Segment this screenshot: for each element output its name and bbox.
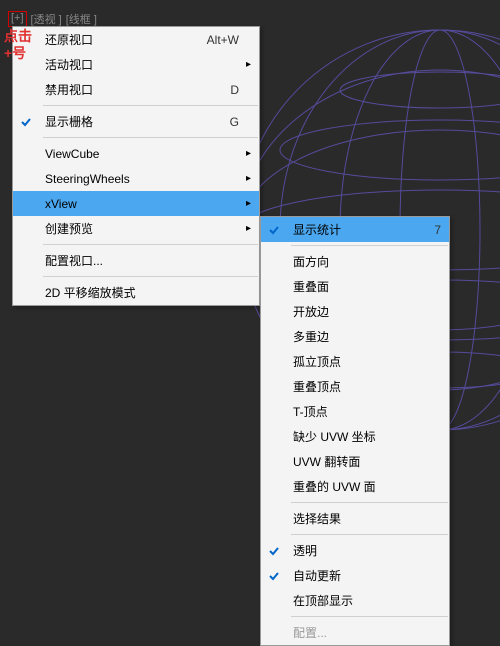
menu-separator bbox=[43, 105, 258, 106]
submenu-check-item[interactable]: 缺少 UVW 坐标 bbox=[261, 424, 449, 449]
submenu-check-item[interactable]: 重叠面 bbox=[261, 274, 449, 299]
viewport-mode-label[interactable]: [线框 ] bbox=[66, 11, 97, 27]
submenu-item-label: 透明 bbox=[287, 542, 441, 559]
viewport-plus-button[interactable]: [+] bbox=[8, 11, 27, 27]
submenu-check-item[interactable]: 孤立顶点 bbox=[261, 349, 449, 374]
tutorial-annotation: 点击 +号 bbox=[4, 28, 32, 62]
menu-separator bbox=[291, 502, 448, 503]
check-icon bbox=[268, 224, 280, 236]
submenu-check-item[interactable]: 开放边 bbox=[261, 299, 449, 324]
menu-viewcube[interactable]: ViewCube ▸ bbox=[13, 141, 259, 166]
menu-separator bbox=[291, 616, 448, 617]
check-icon bbox=[268, 545, 280, 557]
menu-configure-viewport[interactable]: 配置视口... bbox=[13, 248, 259, 273]
submenu-item-label: T-顶点 bbox=[287, 403, 441, 420]
submenu-option-item[interactable]: 在顶部显示 bbox=[261, 588, 449, 613]
menu-separator bbox=[291, 534, 448, 535]
submenu-check-item[interactable]: 面方向 bbox=[261, 249, 449, 274]
submenu-item-label: 面方向 bbox=[287, 253, 441, 270]
submenu-item-label: 缺少 UVW 坐标 bbox=[287, 428, 441, 445]
viewport-type-label[interactable]: [透视 ] bbox=[31, 11, 62, 27]
menu-disable-viewport[interactable]: 禁用视口 D bbox=[13, 77, 259, 102]
submenu-check-item[interactable]: 重叠的 UVW 面 bbox=[261, 474, 449, 499]
xview-submenu: 显示统计 7 面方向重叠面开放边多重边孤立顶点重叠顶点 T-顶点缺少 UVW 坐标… bbox=[260, 216, 450, 646]
submenu-item-label: 在顶部显示 bbox=[287, 592, 441, 609]
submenu-check-item[interactable]: 重叠顶点 bbox=[261, 374, 449, 399]
viewport-label-bar: [+] [透视 ] [线框 ] bbox=[8, 11, 97, 27]
menu-separator bbox=[291, 245, 448, 246]
submenu-check-item[interactable]: UVW 翻转面 bbox=[261, 449, 449, 474]
submenu-item-label: 自动更新 bbox=[287, 567, 441, 584]
submenu-item-label: 孤立顶点 bbox=[287, 353, 441, 370]
menu-create-preview[interactable]: 创建预览 ▸ bbox=[13, 216, 259, 241]
submenu-item-label: 开放边 bbox=[287, 303, 441, 320]
menu-separator bbox=[43, 244, 258, 245]
menu-separator bbox=[43, 137, 258, 138]
submenu-check-item[interactable]: 多重边 bbox=[261, 324, 449, 349]
submenu-show-stats[interactable]: 显示统计 7 bbox=[261, 217, 449, 242]
submenu-item-label: 多重边 bbox=[287, 328, 441, 345]
menu-restore-viewport[interactable]: 还原视口 Alt+W bbox=[13, 27, 259, 52]
submenu-option-item[interactable]: 透明 bbox=[261, 538, 449, 563]
submenu-configure[interactable]: 配置... bbox=[261, 620, 449, 645]
menu-active-viewport[interactable]: 活动视口 ▸ bbox=[13, 52, 259, 77]
menu-separator bbox=[43, 276, 258, 277]
submenu-item-label: 重叠面 bbox=[287, 278, 441, 295]
submenu-select-results[interactable]: 选择结果 bbox=[261, 506, 449, 531]
menu-2d-pan-zoom[interactable]: 2D 平移缩放模式 bbox=[13, 280, 259, 305]
submenu-item-label: 重叠顶点 bbox=[287, 378, 441, 395]
viewport-context-menu: 还原视口 Alt+W 活动视口 ▸ 禁用视口 D 显示栅格 G ViewCube… bbox=[12, 26, 260, 306]
check-icon bbox=[268, 570, 280, 582]
submenu-option-item[interactable]: 自动更新 bbox=[261, 563, 449, 588]
submenu-item-label: 重叠的 UVW 面 bbox=[287, 478, 441, 495]
submenu-item-label: UVW 翻转面 bbox=[287, 453, 441, 470]
menu-xview[interactable]: xView ▸ bbox=[13, 191, 259, 216]
menu-show-grid[interactable]: 显示栅格 G bbox=[13, 109, 259, 134]
submenu-check-item[interactable]: T-顶点 bbox=[261, 399, 449, 424]
menu-steeringwheels[interactable]: SteeringWheels ▸ bbox=[13, 166, 259, 191]
check-icon bbox=[20, 116, 32, 128]
